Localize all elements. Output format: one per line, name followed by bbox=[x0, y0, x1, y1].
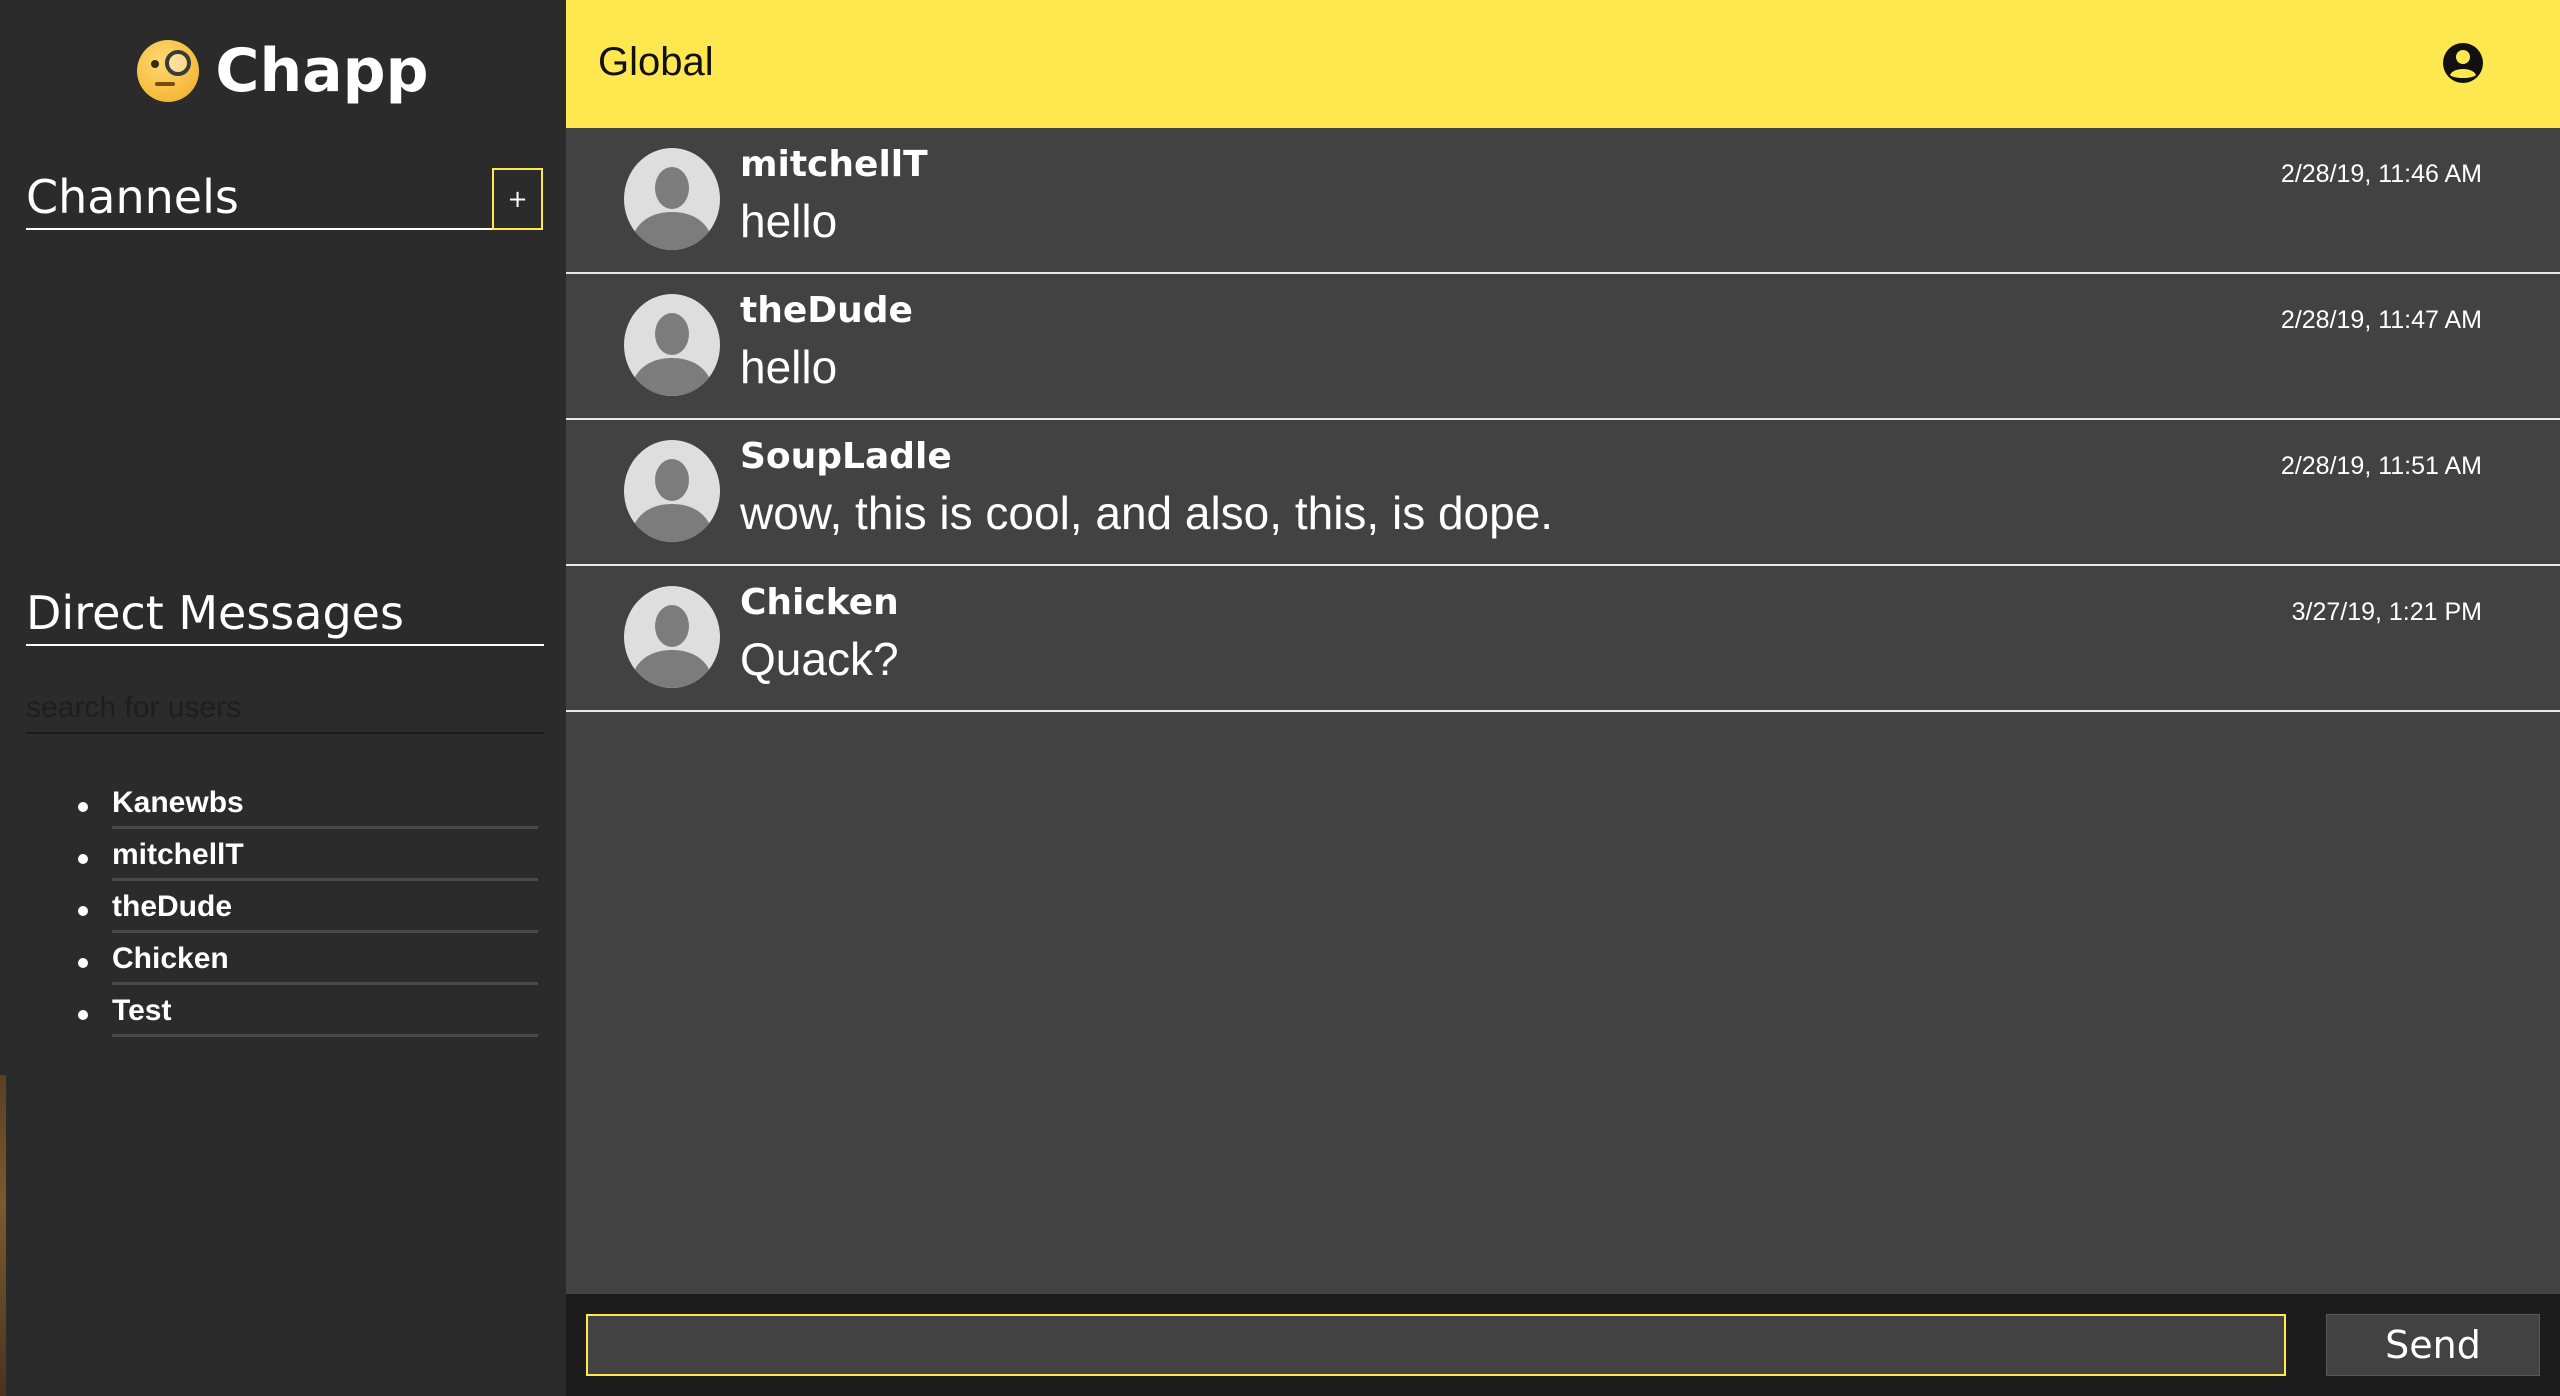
bullet bbox=[78, 958, 88, 968]
dm-user-label[interactable]: Chicken bbox=[112, 942, 608, 982]
message-timestamp: 2/28/19, 11:47 AM bbox=[2280, 306, 2482, 334]
dm-item-test[interactable]: Test bbox=[70, 990, 540, 1042]
message-item: Chicken Quack? 3/27/19, 1:21 PM bbox=[566, 566, 2560, 712]
dm-item-chicken[interactable]: Chicken bbox=[70, 938, 540, 990]
message-timestamp: 3/27/19, 1:21 PM bbox=[2291, 598, 2482, 626]
message-text: Quack? bbox=[740, 633, 899, 685]
dm-item-kanewbs[interactable]: Kanewbs bbox=[70, 782, 540, 834]
bullet bbox=[78, 1010, 88, 1020]
dm-user-label[interactable]: Kanewbs bbox=[112, 786, 608, 826]
account-circle-icon[interactable] bbox=[2442, 42, 2484, 84]
message-username: SoupLadle bbox=[740, 436, 952, 477]
message-text: wow, this is cool, and also, this, is do… bbox=[740, 487, 1554, 539]
message-username: mitchellT bbox=[740, 144, 928, 185]
message-list: mitchellT hello 2/28/19, 11:46 AM theDud… bbox=[566, 128, 2560, 712]
direct-messages-title: Direct Messages bbox=[26, 586, 404, 640]
dm-divider bbox=[112, 982, 538, 985]
channels-divider bbox=[26, 228, 494, 230]
dm-user-label[interactable]: mitchellT bbox=[112, 838, 608, 878]
dm-item-mitchellt[interactable]: mitchellT bbox=[70, 834, 540, 886]
dm-divider bbox=[112, 930, 538, 933]
message-timestamp: 2/28/19, 11:46 AM bbox=[2280, 160, 2482, 188]
dm-item-thedude[interactable]: theDude bbox=[70, 886, 540, 938]
chat-main: Global mitchellT hello 2/28/19, 11:46 AM… bbox=[566, 0, 2560, 1396]
message-item: theDude hello 2/28/19, 11:47 AM bbox=[566, 274, 2560, 420]
default-avatar-icon bbox=[624, 440, 720, 542]
message-item: mitchellT hello 2/28/19, 11:46 AM bbox=[566, 128, 2560, 274]
logo-monocle bbox=[165, 50, 192, 76]
message-composer: Send bbox=[566, 1294, 2560, 1396]
brand: Chapp bbox=[0, 36, 566, 106]
channel-title: Global bbox=[598, 40, 714, 84]
monocle-face-emoji-icon bbox=[137, 40, 200, 102]
dm-user-label[interactable]: theDude bbox=[112, 890, 608, 930]
background-edge bbox=[0, 1075, 6, 1396]
dm-divider bbox=[112, 1034, 538, 1037]
bullet bbox=[78, 906, 88, 916]
default-avatar-icon bbox=[624, 586, 720, 688]
chat-app: Chapp Channels + Direct Messages Kanewbs… bbox=[0, 0, 2560, 1396]
channels-title: Channels bbox=[26, 170, 239, 224]
channel-header: Global bbox=[566, 0, 2560, 128]
direct-messages-divider bbox=[26, 644, 544, 646]
logo-mouth bbox=[155, 82, 176, 86]
message-input[interactable] bbox=[586, 1314, 2286, 1376]
send-button[interactable]: Send bbox=[2326, 1314, 2540, 1376]
message-username: theDude bbox=[740, 290, 913, 331]
logo-eye bbox=[151, 60, 160, 68]
default-avatar-icon bbox=[624, 294, 720, 396]
bullet bbox=[78, 802, 88, 812]
default-avatar-icon bbox=[624, 148, 720, 250]
message-text: hello bbox=[740, 341, 838, 393]
bullet bbox=[78, 854, 88, 864]
dm-divider bbox=[112, 878, 538, 881]
message-username: Chicken bbox=[740, 582, 899, 623]
user-search-input[interactable] bbox=[26, 684, 544, 734]
dm-divider bbox=[112, 826, 538, 829]
direct-messages-list: Kanewbs mitchellT theDude Chicken Test bbox=[70, 782, 540, 1042]
message-item: SoupLadle wow, this is cool, and also, t… bbox=[566, 420, 2560, 566]
sidebar: Chapp Channels + Direct Messages Kanewbs… bbox=[0, 0, 566, 1396]
add-channel-button[interactable]: + bbox=[492, 168, 543, 230]
dm-user-label[interactable]: Test bbox=[112, 994, 608, 1034]
message-timestamp: 2/28/19, 11:51 AM bbox=[2280, 452, 2482, 480]
brand-name: Chapp bbox=[215, 36, 429, 106]
message-text: hello bbox=[740, 195, 838, 247]
